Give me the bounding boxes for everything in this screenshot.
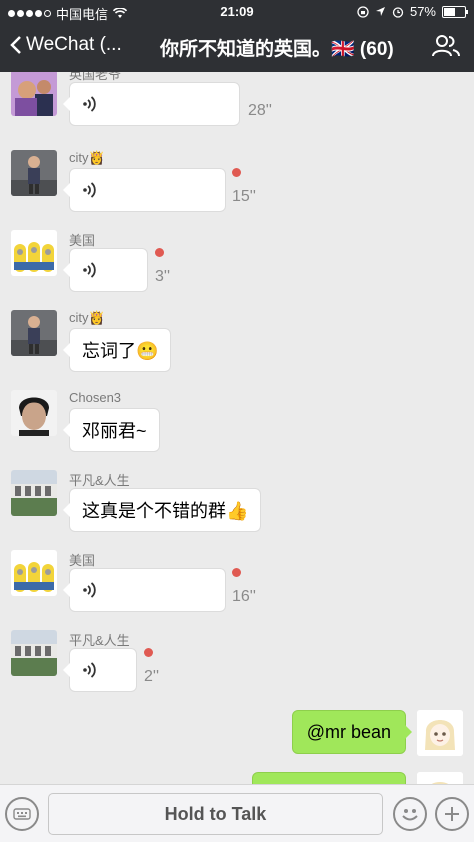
my-text-message-bubble[interactable] — [252, 772, 406, 784]
voice-message-bubble[interactable] — [63, 648, 137, 692]
plus-icon — [445, 807, 459, 821]
voice-duration: 28'' — [248, 102, 272, 119]
avatar[interactable] — [11, 230, 57, 276]
avatar[interactable] — [11, 72, 57, 116]
unread-dot — [144, 648, 153, 657]
keyboard-toggle-button[interactable] — [5, 797, 39, 831]
group-members-button[interactable] — [432, 34, 460, 63]
unread-dot — [232, 568, 241, 577]
voice-duration: 2'' — [144, 668, 160, 685]
voice-icon — [83, 582, 96, 598]
keyboard-icon — [13, 808, 31, 820]
alarm-icon — [392, 6, 404, 18]
voice-message-bubble[interactable] — [63, 248, 148, 292]
my-text-message-bubble[interactable]: @mr bean — [291, 710, 413, 754]
sender-name: 平凡&人生 — [69, 633, 130, 648]
unread-dot — [155, 248, 164, 257]
status-bar: 中国电信 21:09 57% — [0, 0, 474, 22]
chat-area[interactable]: 英国老爷 28'' city👸 15'' 美国 3'' city� — [0, 72, 474, 784]
status-right: 57% — [357, 4, 468, 19]
group-members-icon — [432, 35, 460, 57]
battery-icon — [442, 5, 468, 18]
voice-icon — [83, 662, 96, 678]
voice-message-bubble[interactable] — [63, 82, 240, 126]
text-message-bubble[interactable]: 邓丽君~ — [63, 408, 160, 452]
battery-label: 57% — [409, 4, 436, 19]
avatar[interactable] — [11, 470, 57, 516]
avatar[interactable] — [11, 550, 57, 596]
avatar[interactable] — [11, 390, 57, 436]
nav-bar: WeChat (... 你所不知道的英国。🇬🇧 (60) — [0, 22, 474, 72]
voice-duration: 16'' — [232, 588, 256, 605]
voice-duration: 3'' — [155, 268, 171, 285]
sender-name: city👸 — [69, 150, 105, 165]
sender-name: 美国 — [69, 233, 96, 248]
my-avatar[interactable] — [417, 772, 463, 784]
rotation-lock-icon — [357, 5, 369, 18]
voice-message-bubble[interactable] — [63, 168, 226, 212]
chat-title: 你所不知道的英国。🇬🇧 (60) — [160, 39, 394, 60]
unread-dot — [232, 168, 241, 177]
emoji-icon — [402, 809, 418, 821]
emoji-button[interactable] — [393, 797, 427, 831]
more-options-button[interactable] — [435, 797, 469, 831]
sender-name: Chosen3 — [69, 390, 122, 405]
voice-icon — [83, 96, 96, 112]
avatar[interactable] — [11, 310, 57, 356]
sender-name: 美国 — [69, 553, 96, 568]
voice-message-bubble[interactable] — [63, 568, 226, 612]
sender-name: city👸 — [69, 310, 105, 325]
my-avatar[interactable] — [417, 710, 463, 756]
avatar[interactable] — [11, 150, 57, 196]
text-message-bubble[interactable]: 这真是个不错的群👍 — [62, 488, 262, 532]
sender-name: 平凡&人生 — [69, 473, 130, 488]
voice-duration: 15'' — [232, 188, 256, 205]
text-message-bubble[interactable]: 忘词了😬 — [62, 328, 172, 372]
back-button[interactable]: WeChat (... — [10, 34, 122, 56]
avatar[interactable] — [11, 630, 57, 676]
back-label: WeChat (... — [26, 34, 122, 55]
voice-icon — [83, 262, 96, 278]
hold-to-talk-button[interactable]: Hold to Talk — [48, 793, 383, 835]
location-icon — [375, 7, 385, 16]
voice-icon — [83, 182, 96, 198]
chevron-left-icon — [10, 36, 21, 54]
input-toolbar: Hold to Talk — [0, 784, 474, 842]
